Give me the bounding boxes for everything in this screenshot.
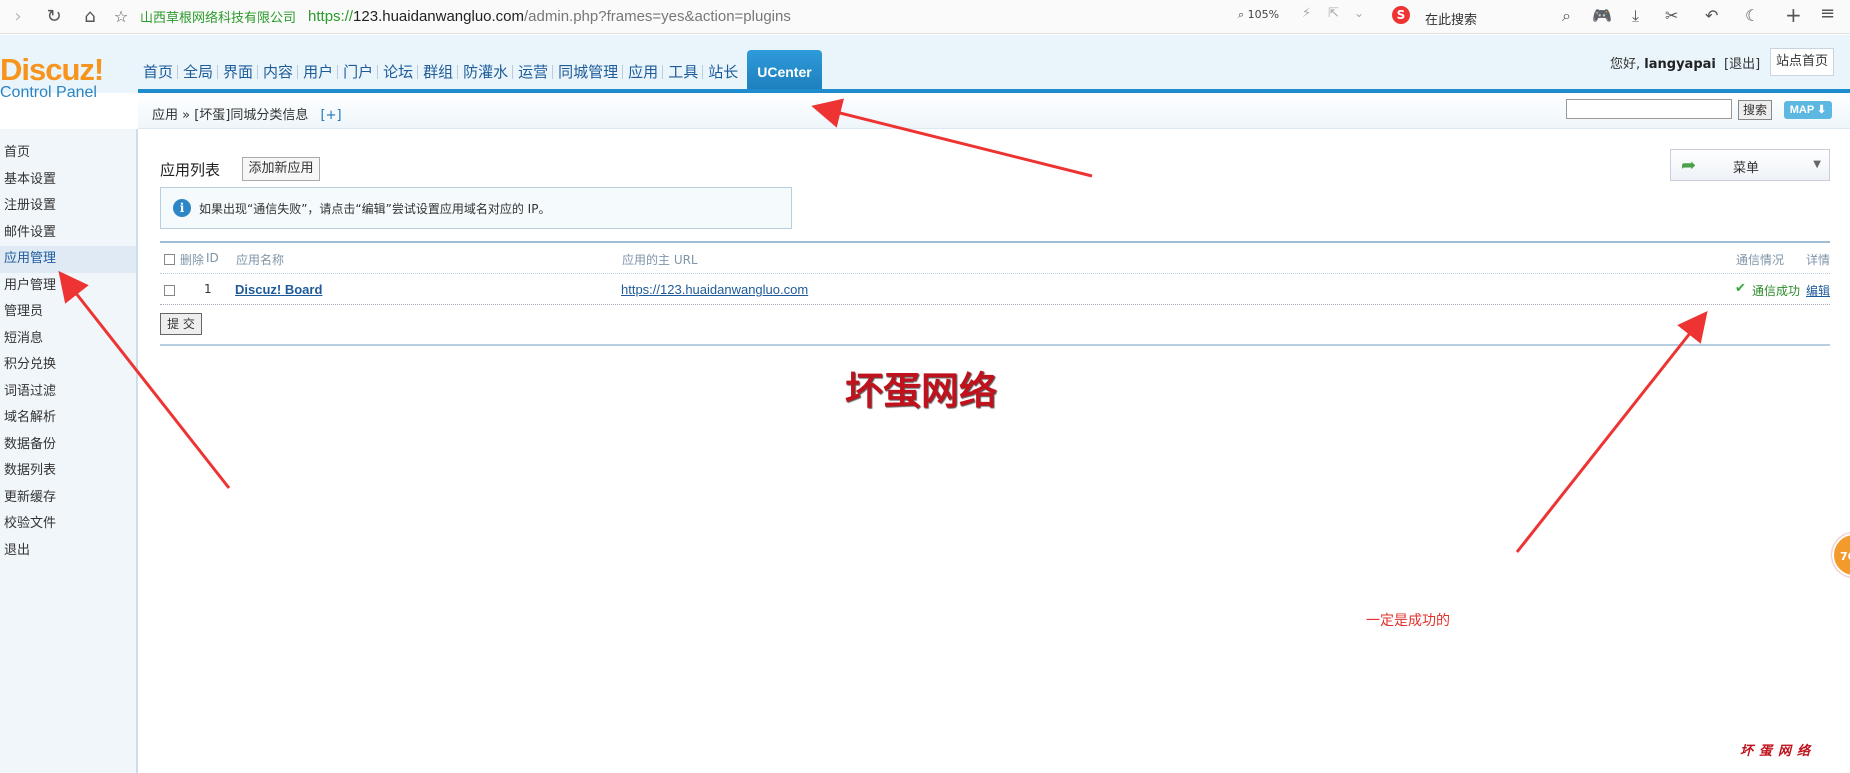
annotation-arrows (58, 98, 1708, 553)
arrow-to-ucenter (811, 98, 1093, 178)
arrow-to-app-management (58, 270, 231, 489)
arrow-to-status (1515, 310, 1708, 553)
